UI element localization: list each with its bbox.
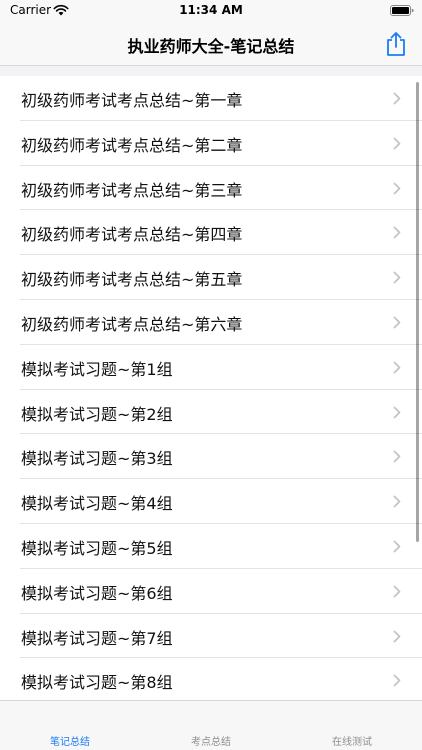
list-item-label: 初级药师考试考点总结~第四章 (21, 225, 243, 245)
list-item-label: 初级药师考试考点总结~第五章 (21, 270, 243, 290)
list-item-label: 初级药师考试考点总结~第二章 (21, 135, 243, 155)
list-item[interactable]: 初级药师考试考点总结~第四章 (0, 210, 422, 255)
chevron-right-icon (393, 361, 401, 374)
battery-icon (390, 5, 414, 16)
list-item[interactable]: 初级药师考试考点总结~第六章 (0, 300, 422, 345)
chevron-right-icon (393, 226, 401, 239)
tab-notes-summary[interactable]: 笔记总结 (0, 701, 140, 750)
list-item[interactable]: 模拟考试习题~第2组 (0, 390, 422, 435)
chevron-right-icon (393, 182, 401, 194)
list-item-label: 初级药师考试考点总结~第三章 (21, 180, 243, 200)
chevron-right-icon (393, 137, 401, 150)
list-item-label: 模拟考试习题~第3组 (21, 449, 173, 469)
list-item-label: 模拟考试习题~第4组 (21, 494, 173, 514)
list-item[interactable]: 模拟考试习题~第5组 (0, 524, 422, 569)
list-item-label: 模拟考试习题~第1组 (21, 359, 173, 379)
list-item[interactable]: 初级药师考试考点总结~第二章 (0, 121, 422, 166)
list-item-label: 初级药师考试考点总结~第六章 (21, 314, 243, 334)
list-item-label: 初级药师考试考点总结~第一章 (21, 91, 243, 110)
share-icon (387, 32, 405, 56)
list-item-label: 模拟考试习题~第8组 (21, 673, 173, 693)
chevron-right-icon (393, 316, 401, 329)
chevron-right-icon (393, 406, 401, 418)
chevron-right-icon (393, 92, 401, 105)
list-item[interactable]: 模拟考试习题~第4组 (0, 479, 422, 524)
list-item-label: 模拟考试习题~第7组 (21, 628, 173, 648)
list-item-label: 模拟考试习题~第2组 (21, 404, 173, 424)
tab-bar: 笔记总结 考点总结 在线测试 (0, 700, 422, 750)
tab-online-test[interactable]: 在线测试 (282, 701, 422, 750)
list-item-label: 模拟考试习题~第6组 (21, 583, 173, 603)
list-item[interactable]: 模拟考试习题~第1组 (0, 345, 422, 390)
chevron-right-icon (393, 450, 401, 463)
list-item-label: 模拟考试习题~第5组 (21, 538, 173, 558)
chevron-right-icon (393, 630, 401, 642)
list-item[interactable]: 模拟考试习题~第3组 (0, 434, 422, 479)
notes-list[interactable]: 初级药师考试考点总结~第一章 初级药师考试考点总结~第二章 初级药师考试考点总结~第… (0, 76, 422, 700)
chevron-right-icon (393, 271, 401, 284)
share-button[interactable] (380, 28, 412, 60)
list-item[interactable]: 模拟考试习题~第8组 (0, 658, 422, 700)
list-item[interactable]: 模拟考试习题~第7组 (0, 614, 422, 659)
chevron-right-icon (393, 495, 401, 508)
list-item[interactable]: 初级药师考试考点总结~第三章 (0, 166, 422, 211)
chevron-right-icon (393, 540, 401, 553)
tab-key-points[interactable]: 考点总结 (141, 701, 281, 750)
tab-label-notes-summary: 笔记总结 (50, 737, 90, 748)
chevron-right-icon (393, 674, 401, 687)
tab-label-online-test: 在线测试 (332, 737, 372, 748)
status-bar: Carrier 11:34 AM (0, 0, 422, 22)
chevron-right-icon (393, 585, 401, 598)
page-title: 执业药师大全-笔记总结 (127, 37, 295, 56)
list-item[interactable]: 初级药师考试考点总结~第一章 (0, 76, 422, 121)
scroll-indicator[interactable] (416, 82, 419, 542)
list-item[interactable]: 初级药师考试考点总结~第五章 (0, 255, 422, 300)
status-time: 11:34 AM (179, 3, 243, 17)
list-item[interactable]: 模拟考试习题~第6组 (0, 569, 422, 614)
tab-label-key-points: 考点总结 (191, 737, 231, 748)
navigation-bar: 执业药师大全-笔记总结 (0, 22, 422, 66)
